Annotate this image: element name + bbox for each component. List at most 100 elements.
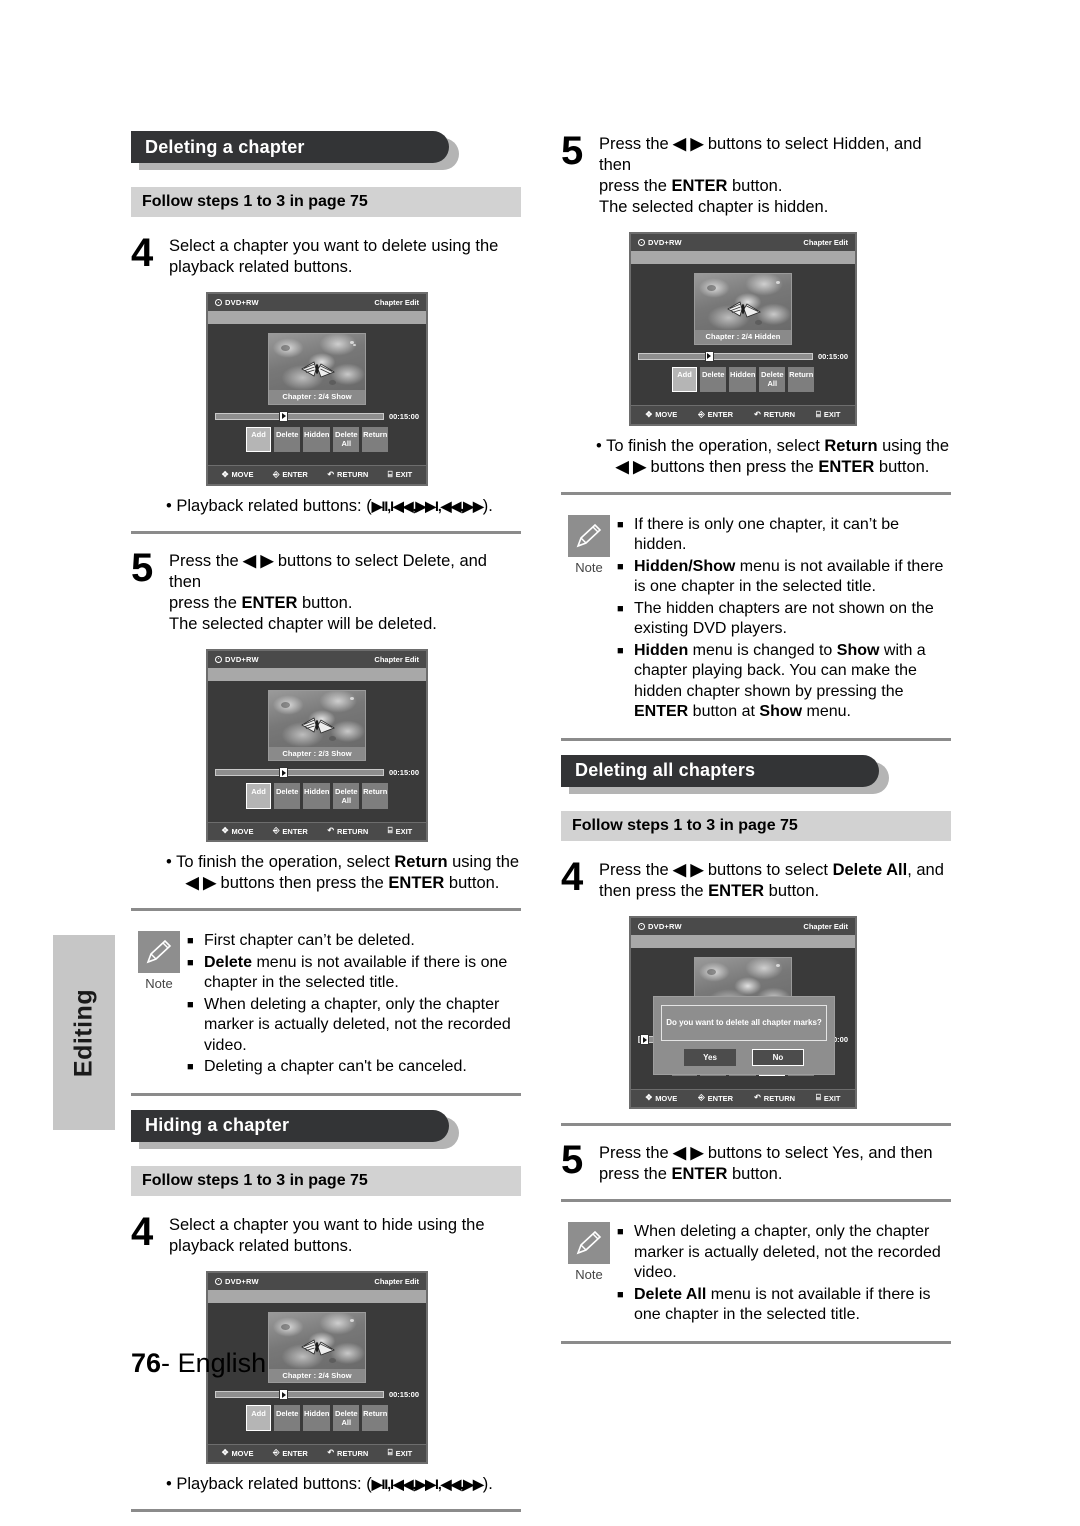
dialog-no-button[interactable]: No bbox=[752, 1048, 804, 1066]
note-text: First chapter can’t be deleted. bbox=[204, 932, 415, 949]
tv-button-delete-all[interactable]: Delete All bbox=[333, 426, 360, 452]
tv-button-hidden[interactable]: Hidden bbox=[303, 1405, 331, 1431]
follow-steps-band-hiding: Follow steps 1 to 3 in page 75 bbox=[131, 1165, 521, 1196]
chapter-caption: Chapter : 2/4 Show bbox=[269, 390, 365, 404]
r2-step5-line2b: button. bbox=[727, 1165, 783, 1183]
confirm-delete-all-dialog: Do you want to delete all chapter marks?… bbox=[653, 995, 835, 1075]
hint-exit-label: EXIT bbox=[395, 470, 413, 479]
time-code: 0:00 bbox=[832, 1035, 848, 1044]
butterfly-icon bbox=[300, 361, 335, 378]
return-icon: ↶ bbox=[754, 1093, 761, 1102]
finish-line2: ◀ ▶ buttons then press the ENTER button. bbox=[176, 873, 521, 894]
hint-move: ✥ MOVE bbox=[645, 1094, 677, 1103]
progress-bar[interactable] bbox=[215, 767, 384, 778]
arrow-glyphs: ◀ ▶ bbox=[673, 135, 704, 153]
tv-button-hidden[interactable]: Hidden bbox=[729, 366, 757, 392]
tv-button-delete-all[interactable]: Delete All bbox=[759, 366, 786, 392]
tv-button-return[interactable]: Return bbox=[362, 426, 389, 452]
note-item: If there is only one chapter, it can’t b… bbox=[617, 515, 951, 556]
hint-move-label: MOVE bbox=[231, 470, 254, 479]
tv-button-delete[interactable]: Delete bbox=[274, 1405, 301, 1431]
tv-stage: Chapter : 2/4 Show 0:00 Add Delete Hidde… bbox=[631, 947, 855, 1089]
tv-mode-label: Chapter Edit bbox=[374, 654, 419, 664]
tv-button-hidden[interactable]: Hidden bbox=[303, 426, 331, 452]
dpad-icon: ✥ bbox=[221, 469, 229, 479]
dialog-yes-button[interactable]: Yes bbox=[684, 1048, 736, 1066]
progress-knob[interactable] bbox=[279, 410, 289, 422]
hint-move: ✥ MOVE bbox=[222, 1449, 254, 1458]
enter-icon: ⎆ bbox=[273, 826, 280, 835]
section-header-deleting-all-chapters: Deleting all chapters bbox=[561, 754, 951, 794]
tv-button-add[interactable]: Add bbox=[245, 426, 272, 452]
tv-button-delete-all[interactable]: Delete All bbox=[333, 783, 360, 809]
progress-knob[interactable] bbox=[704, 350, 714, 362]
delete-all-bold: Delete All bbox=[832, 860, 908, 879]
tv-button-delete[interactable]: Delete bbox=[274, 426, 301, 452]
tv-button-delete-all[interactable]: Delete All bbox=[333, 1405, 360, 1431]
progress-bar[interactable] bbox=[215, 1389, 384, 1400]
divider bbox=[561, 491, 951, 495]
step5-line2b: button. bbox=[297, 593, 353, 612]
hint-exit: ⌸ EXIT bbox=[816, 1094, 840, 1103]
step-text: Select a chapter you want to delete usin… bbox=[169, 233, 521, 278]
hint-return-label: RETURN bbox=[337, 826, 369, 836]
pencil-icon bbox=[138, 931, 180, 973]
tv-button-return[interactable]: Return bbox=[362, 1405, 389, 1431]
progress-knob[interactable] bbox=[279, 767, 289, 778]
disc-indicator: DVD+RW bbox=[215, 298, 259, 307]
chapter-caption: Chapter : 2/3 Show bbox=[269, 746, 365, 760]
section-header-hiding-a-chapter: Hiding a chapter bbox=[131, 1109, 521, 1149]
tv-menu-buttons: Add Delete Hidden Delete All Return bbox=[240, 1399, 395, 1438]
note-items: First chapter can’t be deleted. Delete m… bbox=[187, 931, 521, 1079]
exit-icon: ⌸ bbox=[387, 1448, 393, 1457]
finish-line1a: • To finish the operation, select bbox=[166, 853, 395, 871]
finish-line2b: button. bbox=[444, 874, 500, 892]
tv-titlebar: DVD+RW Chapter Edit bbox=[631, 917, 855, 935]
tv-button-add[interactable]: Add bbox=[245, 783, 272, 809]
note-item: Hidden menu is changed to Show with a ch… bbox=[617, 641, 951, 723]
hint-return: ↶ RETURN bbox=[327, 1449, 368, 1458]
note-item: Deleting a chapter can't be canceled. bbox=[187, 1057, 521, 1078]
step-5-delete-all: 5 Press the ◀ ▶ buttons to select Yes, a… bbox=[561, 1140, 951, 1185]
tv-button-delete[interactable]: Delete bbox=[700, 366, 727, 392]
hint-enter: ⎆ ENTER bbox=[273, 827, 308, 836]
progress-knob[interactable] bbox=[640, 1034, 649, 1045]
time-code: 00:15:00 bbox=[817, 351, 848, 361]
progress-bar[interactable] bbox=[215, 410, 384, 422]
tv-subbar bbox=[631, 251, 855, 264]
tv-button-add[interactable]: Add bbox=[671, 366, 698, 392]
hint-return: ↶ RETURN bbox=[754, 410, 795, 419]
dialog-message: Do you want to delete all chapter marks? bbox=[661, 1004, 827, 1041]
note-block-hiding: Note If there is only one chapter, it ca… bbox=[561, 509, 951, 724]
page-language: English bbox=[177, 1348, 267, 1378]
return-icon: ↶ bbox=[327, 1448, 335, 1457]
arrow-glyphs: ◀ ▶ bbox=[243, 551, 274, 570]
tv-footer-hints: ✥ MOVE ⎆ ENTER ↶ RETURN ⌸ EXIT bbox=[208, 821, 426, 840]
progress-bar[interactable] bbox=[638, 350, 813, 362]
tv-button-delete[interactable]: Delete bbox=[274, 783, 301, 809]
enter-bold: ENTER bbox=[671, 177, 728, 195]
tv-button-add[interactable]: Add bbox=[245, 1405, 272, 1431]
tv-menu-buttons: Add Delete Hidden Delete All Return bbox=[240, 421, 395, 460]
return-bold: Return bbox=[824, 436, 878, 455]
tv-mode-label: Chapter Edit bbox=[803, 921, 848, 931]
note-item: When deleting a chapter, only the chapte… bbox=[617, 1222, 951, 1284]
tv-button-return[interactable]: Return bbox=[362, 783, 389, 809]
r2-step4-line2b: button. bbox=[764, 881, 820, 900]
hint-return: ↶ RETURN bbox=[327, 470, 368, 479]
time-code: 00:15:00 bbox=[388, 411, 419, 421]
progress-knob[interactable] bbox=[279, 1389, 289, 1400]
divider bbox=[131, 1509, 521, 1512]
bullet-suffix: ). bbox=[482, 496, 493, 515]
tv-mode-label: Chapter Edit bbox=[374, 298, 419, 307]
section-title: Deleting a chapter bbox=[145, 136, 305, 157]
step-5-deleting: 5 Press the ◀ ▶ buttons to select Delete… bbox=[131, 548, 521, 635]
chapter-caption: Chapter : 2/4 Hidden bbox=[695, 330, 791, 344]
tv-button-hidden[interactable]: Hidden bbox=[303, 783, 331, 809]
note-text: When deleting a chapter, only the chapte… bbox=[634, 1223, 941, 1281]
step-text: Press the ◀ ▶ buttons to select Delete A… bbox=[599, 857, 951, 902]
hint-exit: ⌸ EXIT bbox=[388, 1449, 412, 1458]
tv-button-return[interactable]: Return bbox=[788, 366, 815, 392]
playback-buttons-bullet-1: • Playback related buttons: (▶II,I◀◀,▶▶I… bbox=[131, 496, 521, 517]
disc-icon bbox=[215, 299, 222, 306]
